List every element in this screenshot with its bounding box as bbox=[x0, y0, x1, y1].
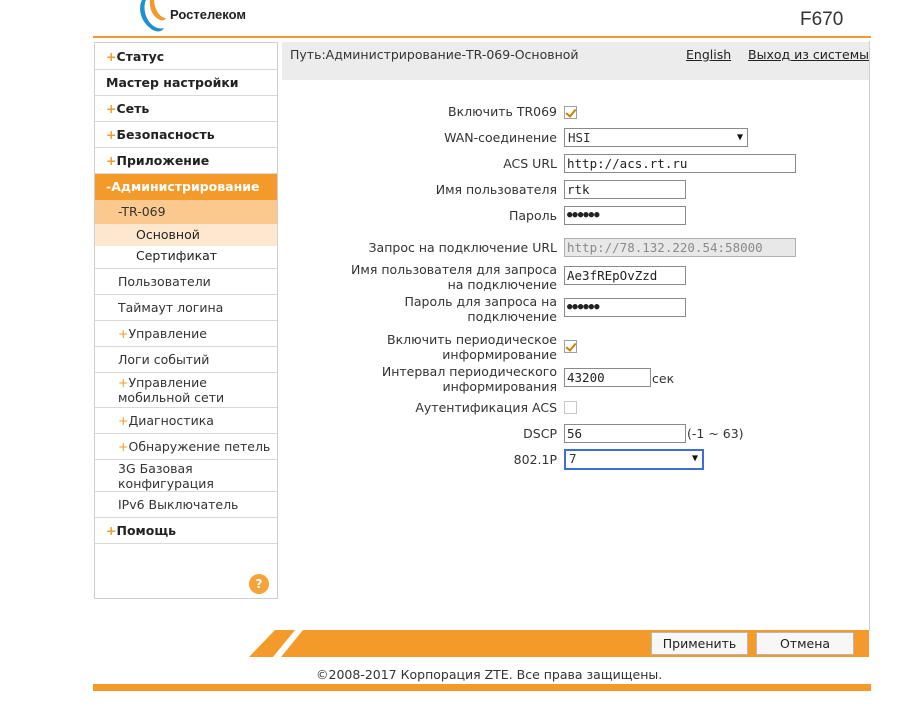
sidebar-item-label: Сеть bbox=[116, 101, 150, 116]
sidebar-item-help[interactable]: +Помощь bbox=[95, 518, 277, 544]
bottom-divider bbox=[93, 684, 871, 691]
sidebar: +Статус Мастер настройки +Сеть +Безопасн… bbox=[94, 42, 278, 599]
sidebar-item-label: Управление bbox=[128, 326, 207, 341]
wan-connection-value: HSI bbox=[568, 130, 591, 145]
expand-icon: + bbox=[118, 375, 129, 390]
dropdown-arrow-icon: ▼ bbox=[691, 453, 698, 464]
sidebar-item-wizard[interactable]: Мастер настройки bbox=[95, 70, 277, 96]
header: Ростелеком F670 bbox=[0, 0, 911, 38]
connection-request-password-input[interactable]: ●●●●●● bbox=[564, 298, 686, 317]
sidebar-item-login-timeout[interactable]: Таймаут логина bbox=[95, 295, 277, 321]
sidebar-item-tr069-certificate[interactable]: Сертификат bbox=[95, 246, 277, 269]
expand-icon: + bbox=[106, 153, 117, 168]
language-link[interactable]: English bbox=[686, 47, 731, 62]
brand-name: Ростелеком bbox=[170, 7, 246, 22]
inform-interval-label: Интервал периодического информирования bbox=[381, 364, 557, 394]
apply-button[interactable]: Применить bbox=[651, 632, 748, 655]
sidebar-item-tr069[interactable]: -TR-069 bbox=[95, 200, 277, 224]
sidebar-item-ipv6-switch[interactable]: IPv6 Выключатель bbox=[95, 492, 277, 518]
sidebar-item-label: Администрирование bbox=[111, 179, 260, 194]
breadcrumb: Путь:Администрирование-TR-069-Основной bbox=[290, 47, 579, 62]
sidebar-item-management[interactable]: +Управление bbox=[95, 321, 277, 347]
sidebar-item-network[interactable]: +Сеть bbox=[95, 96, 277, 122]
model-name: F670 bbox=[800, 9, 844, 30]
periodic-inform-label: Включить периодическое информирование bbox=[387, 332, 557, 362]
connection-request-username-label: Имя пользователя для запроса на подключе… bbox=[351, 262, 557, 292]
expand-icon: + bbox=[118, 413, 129, 428]
8021p-label: 802.1P bbox=[513, 452, 557, 467]
acs-url-label: ACS URL bbox=[503, 156, 557, 171]
sidebar-item-label: Обнаружение петель bbox=[128, 439, 271, 454]
username-label: Имя пользователя bbox=[435, 182, 557, 197]
sidebar-item-3g-config[interactable]: 3G Базовая конфигурация bbox=[95, 460, 277, 492]
acs-auth-checkbox[interactable] bbox=[564, 401, 577, 414]
logout-link[interactable]: Выход из системы bbox=[748, 47, 869, 62]
rostelecom-logo-icon bbox=[140, 0, 166, 32]
8021p-select[interactable]: 7 ▼ bbox=[564, 449, 704, 470]
sidebar-item-security[interactable]: +Безопасность bbox=[95, 122, 277, 148]
sidebar-item-application[interactable]: +Приложение bbox=[95, 148, 277, 174]
sidebar-item-label: Диагностика bbox=[128, 413, 214, 428]
sidebar-item-label: Статус bbox=[116, 49, 165, 64]
copyright: ©2008-2017 Корпорация ZTE. Все права защ… bbox=[316, 667, 663, 682]
expand-icon: + bbox=[106, 523, 117, 538]
frame-border bbox=[869, 41, 870, 631]
inform-interval-unit: сек bbox=[652, 371, 675, 386]
dscp-range: (-1 ~ 63) bbox=[687, 426, 744, 441]
wan-connection-select[interactable]: HSI ▼ bbox=[564, 128, 748, 147]
acs-url-input[interactable]: http://acs.rt.ru bbox=[564, 154, 796, 173]
dropdown-arrow-icon: ▼ bbox=[736, 132, 743, 143]
sidebar-item-label: TR-069 bbox=[121, 204, 166, 219]
username-input[interactable]: rtk bbox=[564, 180, 686, 199]
expand-icon: + bbox=[118, 439, 129, 454]
wan-connection-label: WAN-соединение bbox=[444, 130, 557, 145]
sidebar-item-diagnostics[interactable]: +Диагностика bbox=[95, 408, 277, 434]
expand-icon: + bbox=[118, 326, 129, 341]
periodic-inform-checkbox[interactable] bbox=[564, 340, 577, 353]
cancel-button[interactable]: Отмена bbox=[756, 632, 854, 655]
expand-icon: + bbox=[106, 127, 117, 142]
connection-request-url-input: http://78.132.220.54:58000 bbox=[564, 238, 796, 257]
sidebar-item-status[interactable]: +Статус bbox=[95, 44, 277, 70]
rostelecom-logo: Ростелеком bbox=[136, 0, 266, 34]
sidebar-item-label: Безопасность bbox=[116, 127, 215, 142]
sidebar-item-administration[interactable]: -Администрирование bbox=[95, 174, 277, 200]
dscp-label: DSCP bbox=[523, 426, 557, 441]
sidebar-item-users[interactable]: Пользователи bbox=[95, 269, 277, 295]
dscp-input[interactable]: 56 bbox=[564, 424, 686, 443]
sidebar-item-tr069-basic[interactable]: Основной bbox=[95, 224, 277, 246]
enable-tr069-checkbox[interactable] bbox=[564, 106, 577, 119]
sidebar-item-loop-detection[interactable]: +Обнаружение петель bbox=[95, 434, 277, 460]
sidebar-item-label: Приложение bbox=[116, 153, 210, 168]
password-label: Пароль bbox=[509, 208, 557, 223]
top-divider bbox=[93, 36, 871, 38]
inform-interval-input[interactable]: 43200 bbox=[564, 368, 651, 387]
breadcrumb-bar: Путь:Администрирование-TR-069-Основной E… bbox=[282, 42, 869, 80]
enable-tr069-label: Включить TR069 bbox=[448, 104, 557, 119]
sidebar-item-mobile-management[interactable]: +Управление мобильной сети bbox=[95, 373, 277, 408]
help-icon[interactable]: ? bbox=[249, 574, 269, 594]
password-input[interactable]: ●●●●●● bbox=[564, 206, 686, 225]
acs-auth-label: Аутентификация ACS bbox=[415, 400, 557, 415]
sidebar-item-event-logs[interactable]: Логи событий bbox=[95, 347, 277, 373]
8021p-value: 7 bbox=[569, 451, 577, 466]
connection-request-url-label: Запрос на подключение URL bbox=[368, 240, 557, 255]
sidebar-item-label: Мастер настройки bbox=[106, 75, 239, 90]
connection-request-password-label: Пароль для запроса на подключение bbox=[404, 294, 558, 324]
sidebar-item-label: Управление мобильной сети bbox=[118, 375, 225, 405]
sidebar-item-label: Помощь bbox=[116, 523, 177, 538]
expand-icon: + bbox=[106, 49, 117, 64]
connection-request-username-input[interactable]: Ae3fREpOvZzd bbox=[564, 266, 686, 285]
expand-icon: + bbox=[106, 101, 117, 116]
